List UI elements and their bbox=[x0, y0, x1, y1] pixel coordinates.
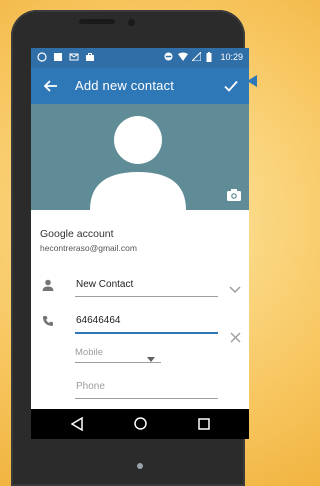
phone-speaker bbox=[79, 19, 115, 24]
status-left-icons bbox=[37, 52, 95, 62]
close-icon[interactable] bbox=[230, 330, 241, 343]
account-section[interactable]: Google account hecontreraso@gmail.com bbox=[31, 210, 249, 270]
phone-field[interactable]: 64646464 bbox=[75, 312, 218, 334]
pointer-arrow-icon bbox=[247, 74, 257, 88]
contact-photo-area[interactable] bbox=[31, 104, 249, 210]
account-email: hecontreraso@gmail.com bbox=[40, 243, 137, 253]
caret-down-icon bbox=[147, 351, 155, 362]
wifi-icon bbox=[178, 52, 189, 62]
person-silhouette-icon bbox=[90, 116, 186, 210]
camera-icon[interactable] bbox=[227, 188, 241, 201]
clock-text: 10:29 bbox=[220, 52, 243, 62]
whatsapp-icon bbox=[37, 52, 47, 62]
battery-icon bbox=[206, 52, 215, 62]
screen: 10:29 Add new contact Google account hec… bbox=[31, 48, 249, 432]
nav-home-icon[interactable] bbox=[134, 417, 147, 430]
page-title: Add new contact bbox=[75, 78, 175, 93]
name-field[interactable]: New Contact bbox=[75, 276, 218, 297]
chevron-down-icon[interactable] bbox=[229, 281, 241, 294]
phone-icon bbox=[42, 314, 54, 326]
signal-icon bbox=[191, 50, 202, 62]
image-icon bbox=[53, 52, 63, 62]
person-icon bbox=[42, 278, 54, 291]
status-right-icons: 10:29 bbox=[164, 50, 243, 62]
check-icon[interactable] bbox=[223, 78, 239, 94]
account-title: Google account bbox=[40, 228, 114, 240]
nav-back-icon[interactable] bbox=[70, 416, 83, 432]
arrow-left-icon[interactable] bbox=[43, 78, 59, 94]
minus-circle-icon bbox=[164, 52, 174, 62]
app-bar: Add new contact bbox=[31, 68, 249, 104]
phone-type-label: Mobile bbox=[75, 347, 103, 358]
new-phone-field[interactable]: Phone bbox=[75, 378, 218, 399]
mail-icon bbox=[69, 52, 79, 62]
briefcase-icon bbox=[85, 52, 95, 62]
front-camera bbox=[128, 19, 135, 26]
nav-recents-icon[interactable] bbox=[198, 417, 210, 430]
phone-notification-led bbox=[137, 463, 143, 469]
navigation-bar bbox=[31, 409, 249, 439]
status-bar: 10:29 bbox=[31, 48, 249, 68]
phone-type-select[interactable]: Mobile bbox=[75, 344, 161, 363]
